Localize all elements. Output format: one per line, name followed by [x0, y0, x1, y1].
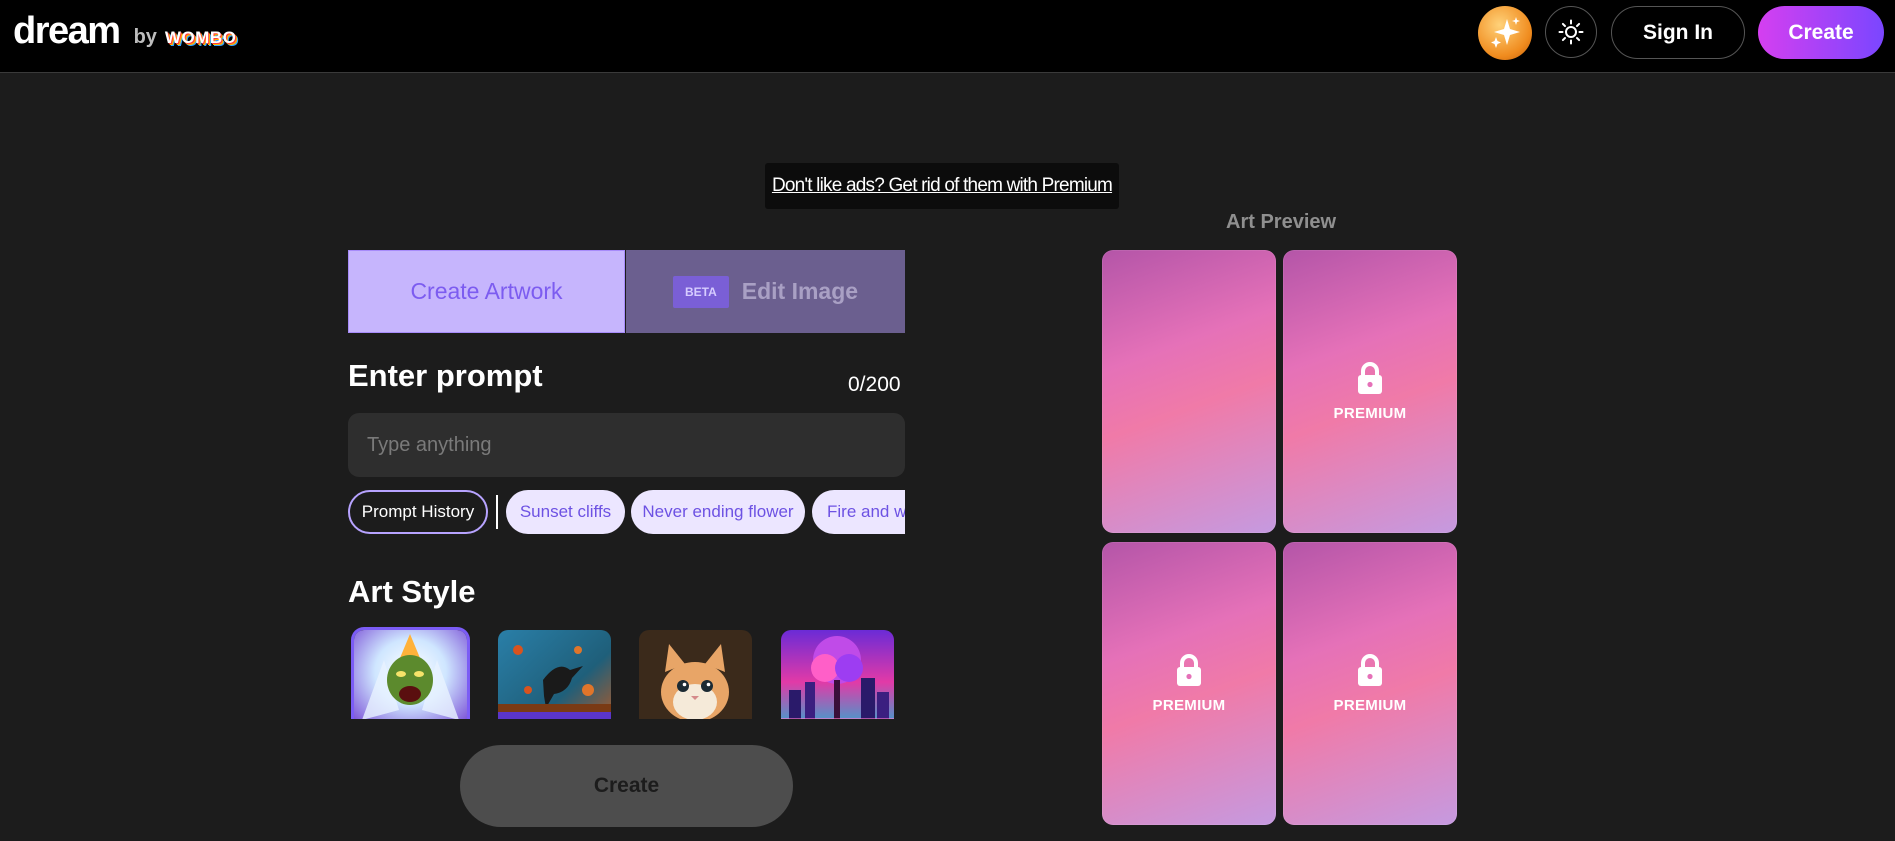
sun-icon [1558, 19, 1584, 45]
art-style-thumbnail [639, 630, 752, 719]
logo-wombo-text: WOMBO [164, 28, 237, 47]
premium-label: PREMIUM [1333, 697, 1407, 714]
logo-by-text: by [133, 26, 157, 48]
premium-label: PREMIUM [1152, 697, 1226, 714]
art-style-thumbnail [498, 630, 611, 719]
prompt-history-button[interactable]: Prompt History [348, 490, 488, 534]
art-style-thumbnail [354, 630, 467, 719]
art-style-option[interactable] [639, 630, 752, 719]
lock-icon [1177, 654, 1201, 686]
art-style-thumbnail-bar [498, 712, 611, 719]
tab-edit-image-label: Edit Image [741, 278, 859, 304]
lock-icon [1358, 362, 1382, 394]
ad-banner: Don't like ads? Get rid of them with Pre… [765, 163, 1119, 209]
lock-icon [1358, 654, 1382, 686]
preview-card-premium[interactable]: PREMIUM [1283, 542, 1457, 825]
create-artwork-button[interactable]: Create [460, 745, 793, 827]
art-style-option[interactable] [498, 630, 611, 719]
art-style-option[interactable] [351, 627, 470, 719]
beta-badge: BETA [672, 275, 729, 308]
sparkle-icon [1491, 17, 1520, 48]
char-counter: 0/200 [848, 373, 901, 396]
prompt-suggestion-chip[interactable]: Fire and water [812, 490, 905, 534]
prompt-suggestion-chip[interactable]: Never ending flower [631, 490, 805, 534]
preview-card[interactable] [1102, 250, 1276, 533]
art-style-carousel [348, 626, 905, 719]
art-style-option[interactable] [781, 630, 894, 719]
chip-divider [496, 495, 498, 529]
dream-logo[interactable]: dream by WOMBO [13, 10, 236, 53]
tab-create-artwork-label: Create Artwork [410, 278, 563, 304]
remove-ads-link[interactable]: Don't like ads? Get rid of them with Pre… [772, 175, 1113, 197]
preview-card-premium[interactable]: PREMIUM [1283, 250, 1457, 533]
prompt-chips-row: Prompt History Sunset cliffs Never endin… [348, 490, 905, 536]
art-style-thumbnail [781, 630, 894, 719]
avatar[interactable] [1478, 6, 1532, 60]
premium-label: PREMIUM [1333, 405, 1407, 422]
create-header-button[interactable]: Create [1758, 6, 1884, 59]
sign-in-button[interactable]: Sign In [1611, 6, 1745, 59]
prompt-input[interactable] [348, 413, 905, 477]
theme-toggle-button[interactable] [1545, 6, 1597, 58]
prompt-title: Enter prompt [348, 358, 543, 393]
art-preview-title: Art Preview [1226, 211, 1337, 233]
preview-card-premium[interactable]: PREMIUM [1102, 542, 1276, 825]
prompt-suggestion-chip[interactable]: Sunset cliffs [506, 490, 625, 534]
logo-dream-text: dream [13, 10, 121, 52]
tab-edit-image[interactable]: BETA Edit Image [626, 250, 905, 333]
top-header: dream by WOMBO Sign In Create [0, 0, 1895, 73]
tab-create-artwork[interactable]: Create Artwork [348, 250, 625, 333]
art-style-title: Art Style [348, 574, 476, 609]
